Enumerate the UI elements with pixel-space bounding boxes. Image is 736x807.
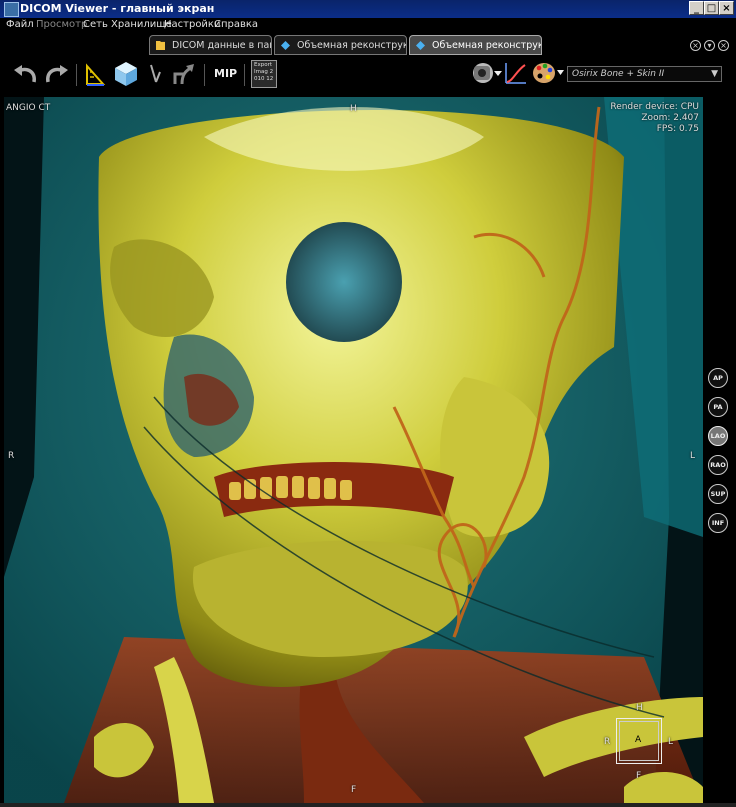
cube-bottom: F xyxy=(636,771,642,781)
chevron-down-icon[interactable]: ▾ xyxy=(704,40,715,51)
mip-button[interactable]: MIP xyxy=(214,67,237,80)
orbit-right xyxy=(286,222,402,342)
undo-icon[interactable] xyxy=(12,62,40,86)
cube-top: H xyxy=(636,703,643,713)
title-bar: DICOM Viewer - главный экран _ □ × xyxy=(0,0,736,18)
cube-right: L xyxy=(668,737,674,747)
orientation-left: R xyxy=(8,451,15,461)
view-pa-button[interactable]: PA xyxy=(708,397,728,417)
app-icon xyxy=(4,2,19,17)
view-sup-button[interactable]: SUP xyxy=(708,484,728,504)
tab-volume-2[interactable]: Объемная реконструкция xyxy=(409,35,542,55)
tab-label: DICOM данные в папке xyxy=(172,40,271,51)
tab-bar: DICOM данные в папке Объемная реконструк… xyxy=(0,32,736,56)
export-icon[interactable]: Export Imag 2010 12 xyxy=(251,60,277,88)
camera-icon[interactable] xyxy=(470,60,504,86)
preset-value: Osirix Bone + Skin II xyxy=(572,69,665,79)
cube-left: R xyxy=(604,737,611,747)
maximize-button[interactable]: □ xyxy=(704,1,719,15)
view-ap-button[interactable]: AP xyxy=(708,368,728,388)
orientation-bottom: F xyxy=(351,785,357,795)
preset-select[interactable]: Osirix Bone + Skin II ▼ xyxy=(567,66,722,82)
render-device: Render device: CPU xyxy=(610,102,699,112)
zoom-readout: Zoom: 2.407 xyxy=(641,113,699,123)
chevron-down-icon: ▼ xyxy=(711,69,718,79)
measure-icon[interactable] xyxy=(84,62,106,86)
modality-label: ANGIO CT xyxy=(6,103,51,113)
tab-volume-1[interactable]: Объемная реконструкция xyxy=(274,35,407,55)
volume-render xyxy=(4,97,703,803)
fps-readout: FPS: 0.75 xyxy=(656,124,699,134)
curve-icon[interactable] xyxy=(504,61,528,85)
tab-label: Объемная реконструкция xyxy=(297,40,406,51)
folder-icon xyxy=(156,41,165,50)
menu-network[interactable]: Сеть xyxy=(83,19,108,30)
tab-label: Объемная реконструкция xyxy=(432,40,541,51)
status-strip xyxy=(0,803,736,807)
rotate-icon[interactable] xyxy=(170,62,196,88)
menu-help[interactable]: Справка xyxy=(214,19,258,30)
volume-icon xyxy=(416,41,425,50)
render-info: Render device: CPU Zoom: 2.407 FPS: 0.75 xyxy=(610,102,699,135)
menu-file[interactable]: Файл xyxy=(6,19,34,30)
close-all-icon[interactable]: × xyxy=(718,40,729,51)
close-button[interactable]: × xyxy=(719,1,734,15)
minimize-button[interactable]: _ xyxy=(689,1,704,15)
menu-bar: Файл Просмотр Сеть Хранилище Настройки С… xyxy=(0,18,736,32)
view-lao-button[interactable]: LAO xyxy=(708,426,728,446)
view-inf-button[interactable]: INF xyxy=(708,513,728,533)
toolbar: MIP Export Imag 2010 12 Osirix Bone + Sk… xyxy=(0,56,736,96)
volume-viewport[interactable]: ANGIO CT H Render device: CPU Zoom: 2.40… xyxy=(4,97,703,803)
orientation-cube[interactable]: A xyxy=(616,718,662,764)
menu-settings[interactable]: Настройки xyxy=(164,19,220,30)
export-label: Export Imag 2010 12 xyxy=(254,62,274,82)
tab-dicom-folder[interactable]: DICOM данные в папке xyxy=(149,35,272,55)
window-title: DICOM Viewer - главный экран xyxy=(20,2,215,15)
orientation-panel: AP PA LAO RAO SUP INF xyxy=(703,97,736,803)
menu-storage[interactable]: Хранилище xyxy=(111,19,172,30)
cube-center: A xyxy=(635,735,642,745)
volume-icon xyxy=(281,41,290,50)
view-rao-button[interactable]: RAO xyxy=(708,455,728,475)
close-icon[interactable]: × xyxy=(690,40,701,51)
orientation-right: L xyxy=(690,451,696,461)
cursor-icon[interactable] xyxy=(146,62,164,86)
cube-icon[interactable] xyxy=(113,60,139,88)
orientation-top: H xyxy=(350,104,357,114)
menu-view[interactable]: Просмотр xyxy=(36,19,87,30)
redo-icon[interactable] xyxy=(42,62,70,86)
palette-icon[interactable] xyxy=(531,59,565,87)
